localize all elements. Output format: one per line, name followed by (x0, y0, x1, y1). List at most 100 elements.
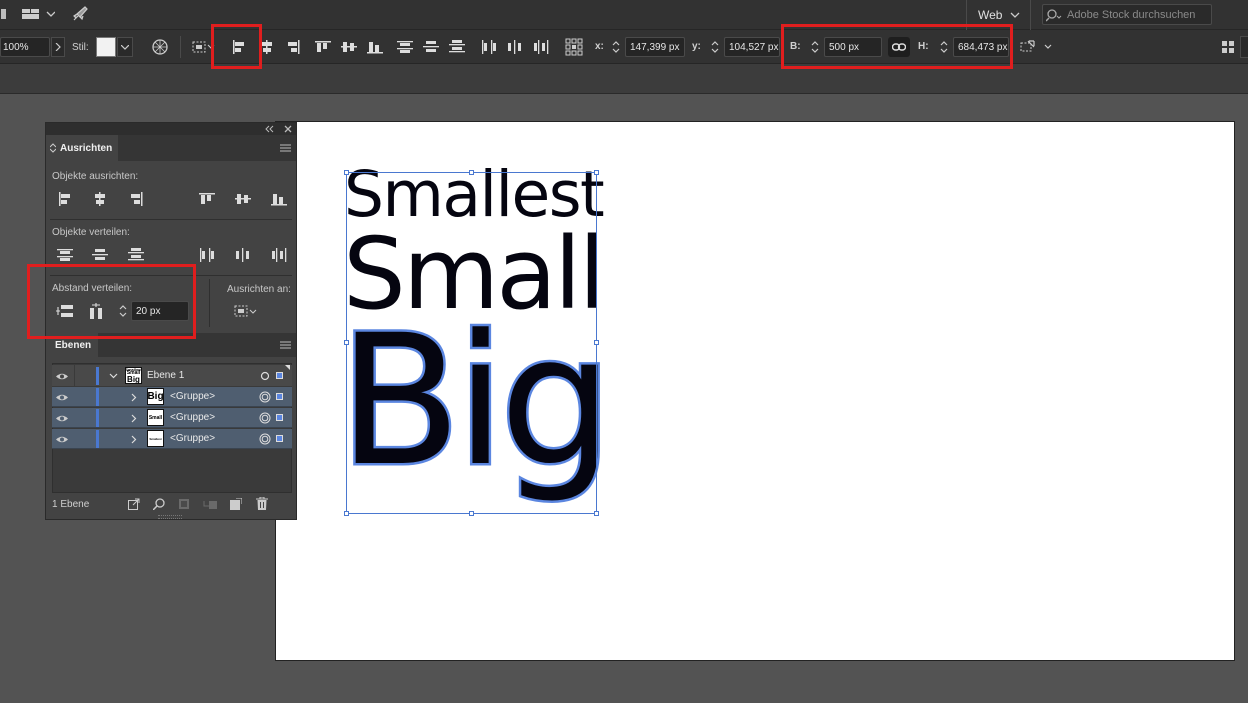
vertical-distribute-space-icon[interactable] (54, 301, 76, 321)
align-to-selection-icon[interactable] (190, 38, 216, 56)
group-name[interactable]: <Gruppe> (170, 391, 215, 402)
distribute-left-icon[interactable] (196, 245, 218, 265)
chevron-right-icon[interactable] (128, 433, 140, 445)
align-bottom-icon[interactable] (268, 189, 290, 209)
resize-handle[interactable] (594, 511, 599, 516)
distribute-right-icon[interactable] (268, 245, 290, 265)
align-to-selection-icon[interactable] (232, 302, 262, 320)
zoom-field[interactable]: 100% (0, 37, 50, 57)
align-top-icon[interactable] (196, 189, 218, 209)
align-hcenter-icon[interactable] (256, 38, 278, 56)
tab-layers-label: Ebenen (55, 339, 92, 351)
distribute-top-icon[interactable] (54, 245, 76, 265)
distribute-bottom-icon[interactable] (446, 38, 468, 56)
selection-bounding-box[interactable] (346, 172, 597, 514)
resize-grip[interactable] (158, 515, 182, 519)
distribute-hcenter-icon[interactable] (504, 38, 526, 56)
resize-handle[interactable] (594, 340, 599, 345)
resize-handle[interactable] (594, 170, 599, 175)
workspace-layout-icon[interactable] (20, 5, 56, 23)
align-hcenter-icon[interactable] (89, 189, 111, 209)
horizontal-distribute-space-icon[interactable] (86, 301, 108, 321)
search-icon[interactable] (151, 496, 167, 512)
close-icon[interactable] (282, 124, 294, 134)
distribute-top-icon[interactable] (394, 38, 416, 56)
target-double-circle-icon[interactable] (259, 412, 271, 424)
resize-handle[interactable] (344, 340, 349, 345)
resize-handle[interactable] (344, 511, 349, 516)
align-left-icon[interactable] (228, 38, 250, 56)
distribute-vcenter-icon[interactable] (420, 38, 442, 56)
resize-handle[interactable] (344, 170, 349, 175)
chevron-right-icon[interactable] (128, 412, 140, 424)
y-field[interactable]: 104,527 px (724, 37, 780, 57)
visibility-eye-icon[interactable] (54, 411, 70, 425)
visibility-eye-icon[interactable] (54, 390, 70, 404)
distribute-left-icon[interactable] (478, 38, 500, 56)
group-name[interactable]: <Gruppe> (170, 412, 215, 423)
align-top-icon[interactable] (312, 38, 334, 56)
resize-handle[interactable] (469, 511, 474, 516)
overflow-edge[interactable] (1240, 36, 1248, 58)
x-field[interactable]: 147,399 px (625, 37, 685, 57)
new-layer-icon[interactable] (228, 496, 244, 512)
chevron-down-icon[interactable] (107, 370, 119, 382)
layer-item-row[interactable]: Big <Gruppe> (52, 387, 292, 407)
transform-options-icon[interactable] (1018, 37, 1058, 57)
rocket-icon[interactable] (70, 4, 90, 24)
height-stepper-icon[interactable] (937, 37, 951, 57)
style-swatch[interactable] (96, 37, 116, 57)
align-vcenter-icon[interactable] (338, 38, 360, 56)
align-bottom-icon[interactable] (364, 38, 386, 56)
panel-title-bar[interactable] (46, 123, 296, 135)
resize-handle[interactable] (469, 170, 474, 175)
height-field[interactable]: 684,473 px (953, 37, 1009, 57)
chevron-down-icon[interactable] (1008, 8, 1022, 22)
distribute-vcenter-icon[interactable] (89, 245, 111, 265)
distribute-hcenter-icon[interactable] (232, 245, 254, 265)
expand-collapse-icon[interactable] (49, 143, 57, 153)
target-circle-icon[interactable] (259, 370, 271, 382)
layer-item-row[interactable]: Small <Gruppe> (52, 408, 292, 428)
spacing-stepper-icon[interactable] (116, 301, 130, 321)
reference-point-icon[interactable] (562, 37, 586, 57)
tab-layers[interactable]: Ebenen (46, 333, 98, 357)
selection-indicator[interactable] (276, 372, 283, 379)
export-icon[interactable] (126, 496, 142, 512)
chevron-right-icon[interactable] (51, 37, 65, 57)
y-stepper-icon[interactable] (708, 37, 722, 57)
selection-indicator[interactable] (276, 435, 283, 442)
distribute-bottom-icon[interactable] (125, 245, 147, 265)
recolor-artwork-icon[interactable] (150, 38, 170, 56)
selection-indicator[interactable] (276, 393, 283, 400)
distribute-right-icon[interactable] (530, 38, 552, 56)
layer-item-row[interactable]: Smallest <Gruppe> (52, 429, 292, 449)
align-right-icon[interactable] (282, 38, 304, 56)
x-stepper-icon[interactable] (609, 37, 623, 57)
group-name[interactable]: <Gruppe> (170, 433, 215, 444)
workspace-switcher[interactable]: Web (978, 8, 1002, 22)
visibility-eye-icon[interactable] (54, 369, 70, 383)
chevron-right-icon[interactable] (128, 391, 140, 403)
align-vcenter-icon[interactable] (232, 189, 254, 209)
layer-row[interactable]: Smallest Small Big Ebene 1 (52, 365, 292, 387)
collapse-panel-icon[interactable] (263, 124, 275, 134)
panel-menu-icon[interactable] (278, 142, 292, 154)
selection-indicator[interactable] (276, 414, 283, 421)
width-stepper-icon[interactable] (808, 37, 822, 57)
visibility-eye-icon[interactable] (54, 432, 70, 446)
target-double-circle-icon[interactable] (259, 391, 271, 403)
chevron-down-icon[interactable] (117, 37, 133, 57)
panel-menu-icon[interactable] (278, 339, 292, 351)
spacing-field[interactable]: 20 px (131, 301, 189, 321)
constrain-proportions-link-icon[interactable] (888, 37, 910, 57)
app-icon[interactable] (0, 6, 8, 22)
align-left-icon[interactable] (54, 189, 76, 209)
panel-grid-icon[interactable] (1220, 39, 1236, 55)
width-field[interactable]: 500 px (824, 37, 882, 57)
target-double-circle-icon[interactable] (259, 433, 271, 445)
layer-name[interactable]: Ebene 1 (147, 370, 184, 381)
stock-search-input[interactable]: Adobe Stock durchsuchen (1042, 4, 1212, 25)
align-right-icon[interactable] (125, 189, 147, 209)
trash-icon[interactable] (254, 495, 270, 511)
